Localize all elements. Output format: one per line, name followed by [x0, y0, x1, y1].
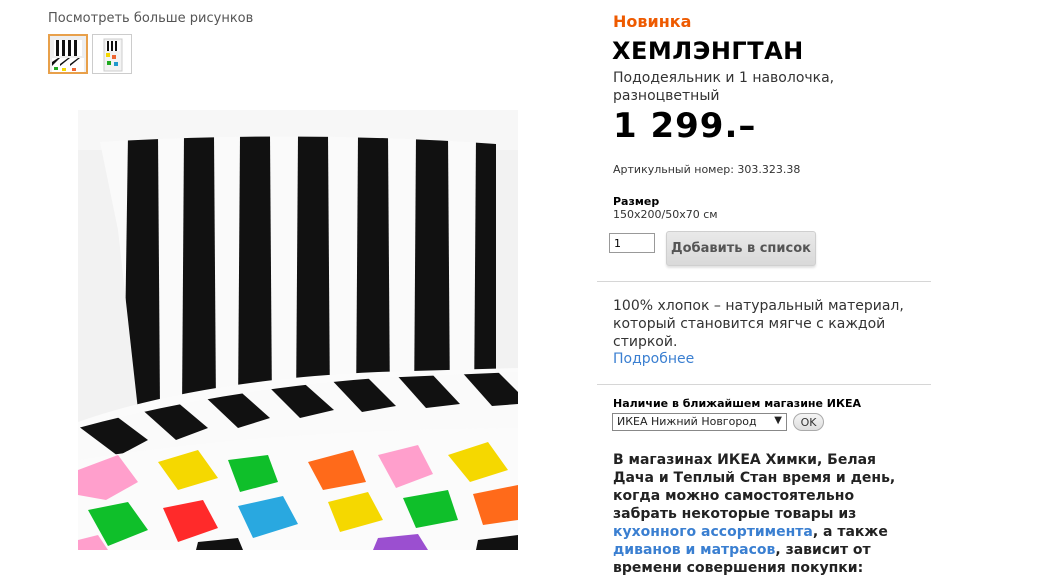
thumbnail-striped-bedding[interactable]: [48, 34, 88, 74]
quantity-input[interactable]: [609, 233, 655, 253]
material-info: 100% хлопок – натуральный материал, кото…: [613, 298, 904, 350]
thumbnail-striped-bedding-image: [50, 36, 86, 72]
dropdown-arrow-icon: ▼: [774, 415, 782, 426]
store-select[interactable]: ИКЕА Нижний Новгород ▼: [612, 413, 787, 431]
pickup-notice-text-2: , а также: [812, 524, 888, 540]
sofas-mattresses-link[interactable]: диванов и матрасов: [613, 542, 775, 558]
product-info-panel: Новинка ХЕМЛЭНГТАН Пододеяльник и 1 наво…: [597, 0, 937, 576]
more-images-label: Посмотреть больше рисунков: [48, 11, 254, 26]
product-price: 1 299.–: [613, 106, 757, 146]
more-details-link[interactable]: Подробнее: [613, 351, 694, 367]
divider: [597, 281, 931, 282]
product-description: Пододеяльник и 1 наволочка, разноцветный: [613, 70, 835, 104]
striped-bedding-image: [78, 110, 518, 550]
size-label: Размер: [613, 195, 660, 208]
store-select-value: ИКЕА Нижний Новгород: [617, 415, 757, 428]
article-number: Артикульный номер: 303.323.38: [613, 163, 801, 176]
thumbnail-strip: [48, 34, 132, 74]
pickup-notice: В магазинах ИКЕА Химки, Белая Дача и Теп…: [613, 451, 903, 577]
size-value: 150x200/50x70 см: [613, 208, 718, 221]
product-title: ХЕМЛЭНГТАН: [612, 37, 804, 65]
new-badge: Новинка: [613, 12, 692, 31]
availability-label: Наличие в ближайшем магазине ИКЕА: [613, 397, 862, 410]
thumbnail-package-image: [93, 35, 131, 73]
gallery-panel: Посмотреть больше рисунков: [0, 0, 560, 573]
product-main-image: [78, 110, 518, 550]
divider: [597, 384, 931, 385]
ok-button[interactable]: OK: [793, 413, 824, 431]
thumbnail-package[interactable]: [92, 34, 132, 74]
kitchen-assortment-link[interactable]: кухонного ассортимента: [613, 524, 813, 540]
pickup-notice-text-1: В магазинах ИКЕА Химки, Белая Дача и Теп…: [613, 452, 896, 522]
add-to-list-button[interactable]: Добавить в список: [666, 231, 816, 266]
